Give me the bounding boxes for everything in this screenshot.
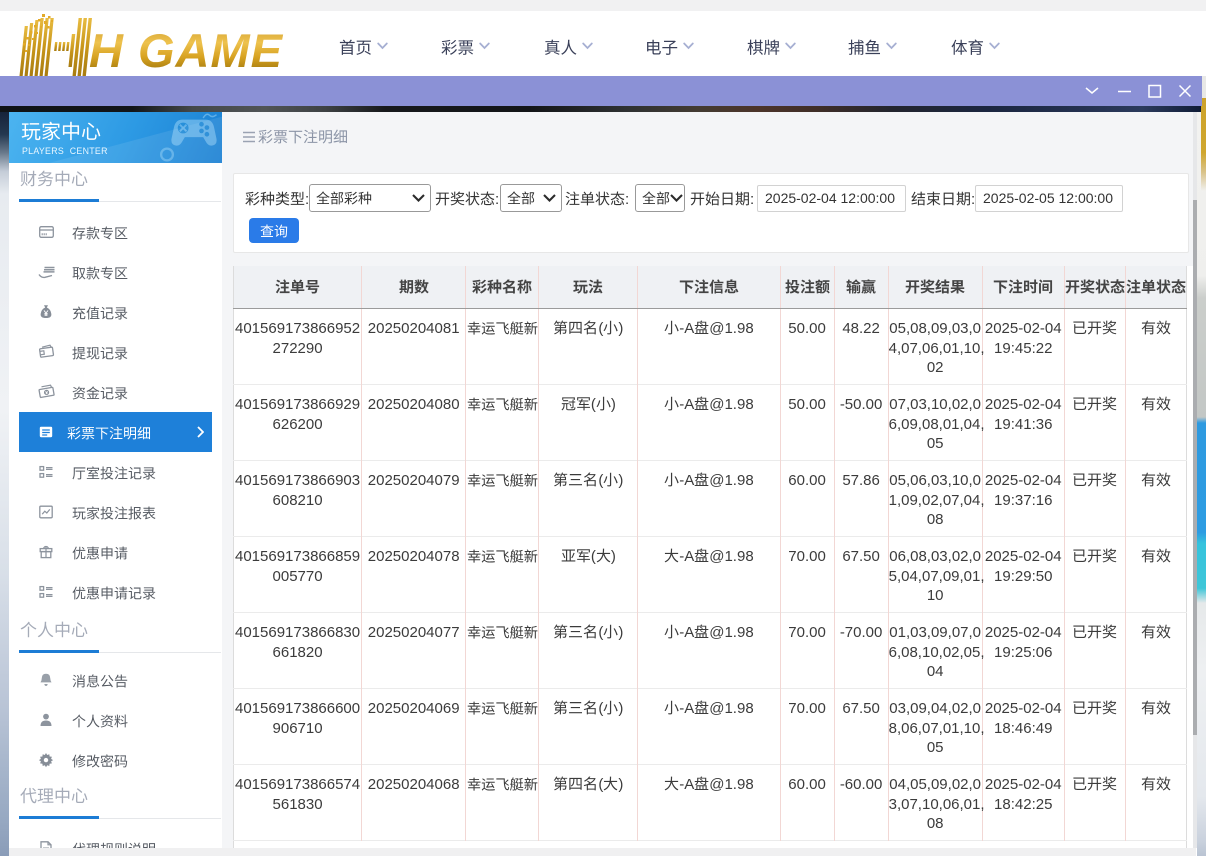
svg-text:H GAME: H GAME xyxy=(89,24,284,77)
